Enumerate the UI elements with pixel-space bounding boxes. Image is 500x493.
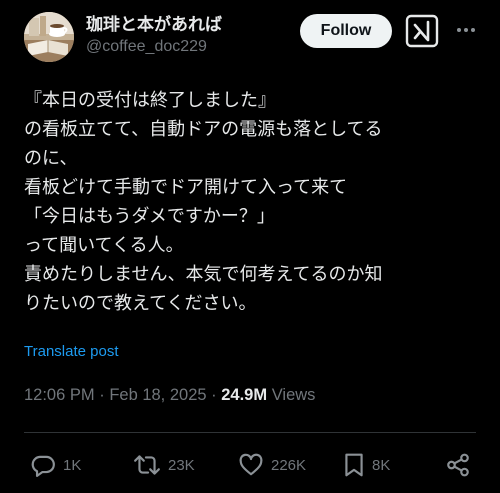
grok-icon [405,14,439,48]
share-icon [447,453,469,477]
tweet-text: 『本日の受付は終了しました』 の看板立てて、自動ドアの電源も落としてる のに、 … [24,86,494,318]
bookmark-button[interactable]: 8K [343,452,390,478]
repost-icon [134,455,160,475]
like-button[interactable]: 226K [238,452,306,478]
tweet-line: 『本日の受付は終了しました』 [24,90,276,111]
tweet-line: 責めたりしません、本気で何考えてるのか知 [24,264,383,285]
views-count: 24.9M [221,386,268,404]
repost-count: 23K [168,456,195,474]
meta-separator: · [99,386,105,404]
avatar[interactable] [24,12,74,62]
repost-button[interactable]: 23K [133,452,195,478]
reply-button[interactable]: 1K [30,452,81,478]
like-count: 226K [271,456,307,474]
author-handle[interactable]: @coffee_doc229 [86,38,207,56]
tweet-line: 看板どけて手動でドア開けて入って来て [24,177,348,198]
action-bar: 1K 23K 226K 8K [0,446,500,486]
author-display-name[interactable]: 珈琲と本があれば [86,10,222,35]
tweet-line: 「今日はもうダメですかー？」 [24,206,275,227]
grok-button[interactable] [402,12,442,50]
tweet-line: って聞いてくる人。 [24,235,184,256]
tweet-meta: 12:06 PM · Feb 18, 2025 · 24.9M Views [24,386,315,405]
more-icon [457,28,475,32]
meta-separator: · [211,386,217,404]
reply-count: 1K [63,456,82,474]
translate-post-link[interactable]: Translate post [24,343,119,360]
divider [24,432,476,433]
coffee-book-avatar-icon [24,12,74,62]
bookmark-count: 8K [372,456,391,474]
share-button[interactable] [445,452,471,478]
tweet-header: 珈琲と本があれば @coffee_doc229 Follow [0,0,500,64]
tweet-line: りたいので教えてください。 [24,293,257,314]
more-options-button[interactable] [454,20,478,40]
post-date[interactable]: Feb 18, 2025 [109,386,206,404]
bookmark-icon [345,453,363,477]
heart-icon [239,453,263,476]
post-time[interactable]: 12:06 PM [24,386,95,404]
views-label: Views [271,386,316,404]
tweet-line: のに、 [24,148,78,169]
tweet-line: の看板立てて、自動ドアの電源も落としてる [24,119,383,140]
follow-button[interactable]: Follow [300,14,392,48]
reply-icon [31,455,55,477]
